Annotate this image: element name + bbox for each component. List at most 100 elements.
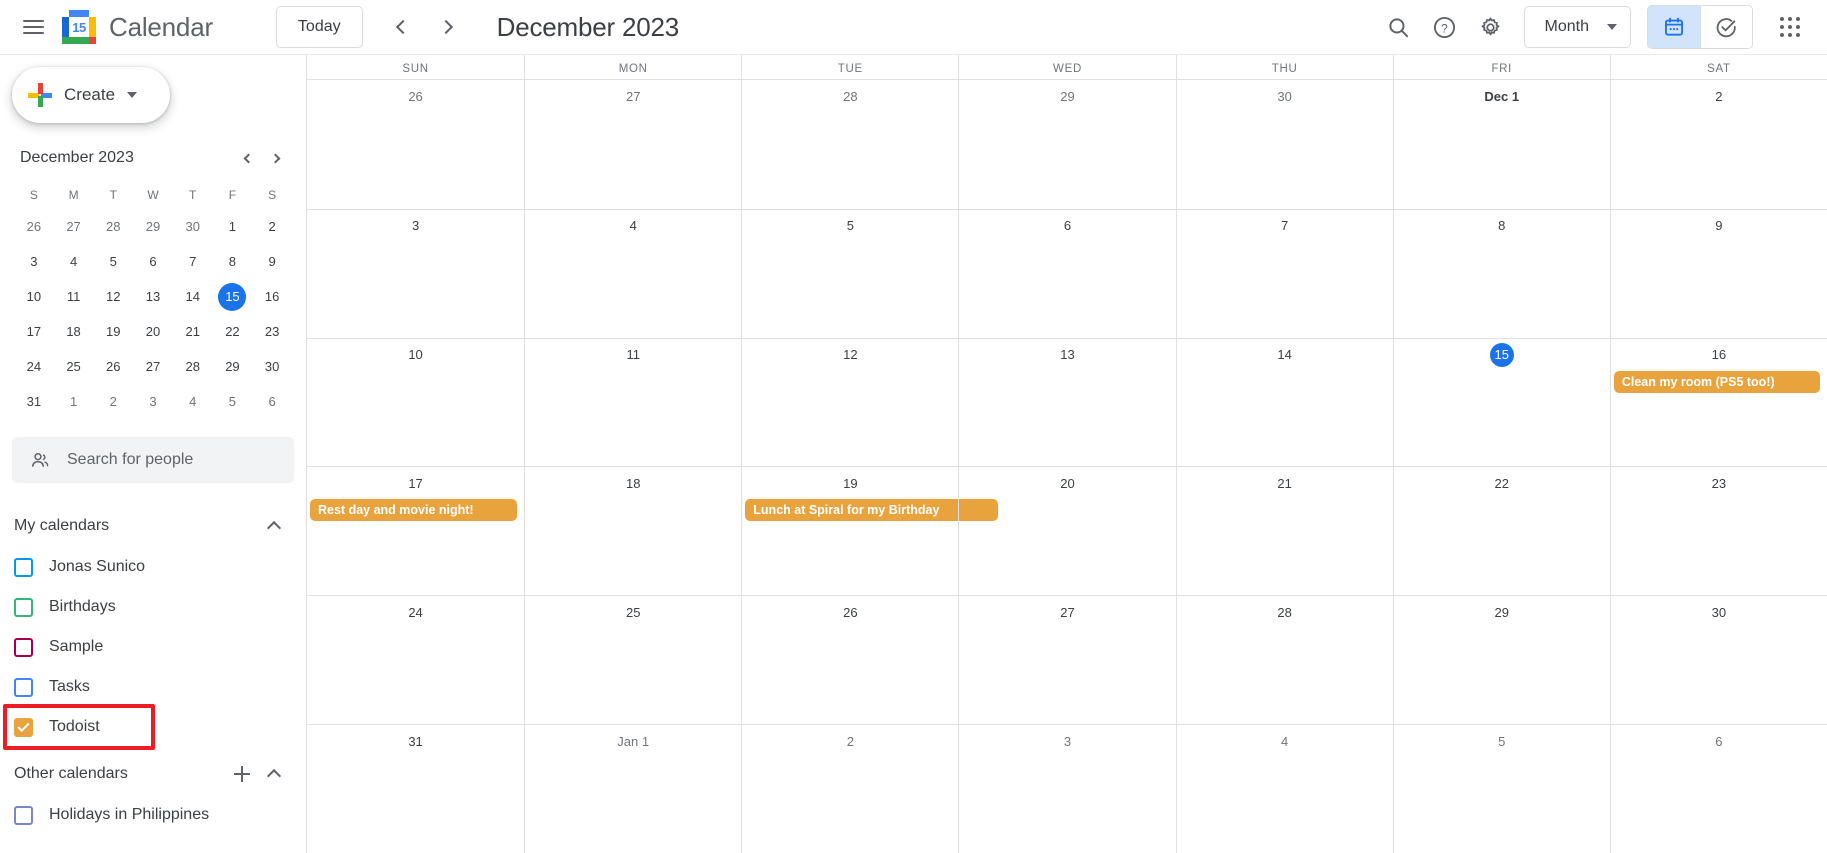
day-cell[interactable]: 11 <box>524 337 742 467</box>
mini-calendar-next-button[interactable] <box>262 143 292 173</box>
mini-calendar-day[interactable]: 24 <box>14 349 54 384</box>
day-number[interactable]: 23 <box>1705 471 1733 495</box>
mini-calendar-day[interactable]: 15 <box>213 279 253 314</box>
mini-calendar-day[interactable]: 17 <box>14 314 54 349</box>
my-calendar-item-sample[interactable]: Sample <box>0 627 306 667</box>
mini-calendar-day[interactable]: 22 <box>213 314 253 349</box>
day-number[interactable]: 3 <box>1055 729 1079 753</box>
day-cell[interactable]: 14 <box>1175 337 1393 467</box>
today-button[interactable]: Today <box>275 6 363 48</box>
calendar-checkbox[interactable] <box>14 805 33 825</box>
day-number[interactable]: 14 <box>1270 343 1298 367</box>
day-number[interactable]: 4 <box>621 214 645 238</box>
day-number[interactable]: 9 <box>1707 214 1731 238</box>
day-number[interactable]: 15 <box>1489 342 1514 367</box>
search-for-people-input[interactable]: Search for people <box>12 437 294 483</box>
day-cell[interactable]: 3 <box>307 208 525 338</box>
day-cell[interactable]: 24 <box>307 595 525 724</box>
mini-calendar-day[interactable]: 27 <box>133 349 173 384</box>
day-number[interactable]: 31 <box>401 729 429 753</box>
mini-calendar-day[interactable]: 1 <box>54 384 94 419</box>
calendar-event-chip[interactable]: Rest day and movie night! <box>310 499 518 522</box>
day-cell[interactable]: 9 <box>1609 208 1827 338</box>
day-number[interactable]: 6 <box>1707 729 1731 753</box>
day-number[interactable]: 6 <box>1055 214 1079 238</box>
my-calendar-item-birthdays[interactable]: Birthdays <box>0 587 306 627</box>
day-cell[interactable]: 30 <box>1175 80 1393 209</box>
day-cell[interactable]: Dec 1 <box>1392 80 1610 209</box>
tasks-view-toggle[interactable] <box>1700 6 1752 48</box>
day-cell[interactable]: 6 <box>1609 724 1827 853</box>
day-cell[interactable]: 5 <box>741 208 959 338</box>
day-cell[interactable]: 26 <box>741 595 959 725</box>
mini-calendar-day[interactable]: 20 <box>133 314 173 349</box>
mini-calendar-day[interactable]: 2 <box>93 384 133 419</box>
day-number[interactable]: Jan 1 <box>610 729 656 753</box>
mini-calendar-day[interactable]: 28 <box>173 349 213 384</box>
calendar-checkbox[interactable] <box>14 557 33 577</box>
day-cell[interactable]: 22 <box>1392 466 1610 596</box>
day-number[interactable]: 25 <box>619 600 647 624</box>
day-cell[interactable]: 15 <box>1392 337 1610 467</box>
day-number[interactable]: 22 <box>1488 471 1516 495</box>
day-cell[interactable]: 19 Lunch at Spiral for my Birthday <box>741 466 999 596</box>
day-cell[interactable]: 4 <box>1175 724 1393 853</box>
day-number[interactable]: 28 <box>836 84 864 108</box>
day-cell[interactable]: 30 <box>1609 595 1827 725</box>
day-number[interactable]: 8 <box>1490 214 1514 238</box>
my-calendar-item-todoist[interactable]: Todoist <box>0 707 306 747</box>
mini-calendar-day[interactable]: 7 <box>173 244 213 279</box>
mini-calendar-day[interactable]: 4 <box>54 244 94 279</box>
mini-calendar-day[interactable]: 30 <box>252 349 292 384</box>
day-number[interactable]: 3 <box>404 214 428 238</box>
day-number[interactable]: 21 <box>1270 471 1298 495</box>
day-cell[interactable]: 23 <box>1609 466 1827 596</box>
mini-calendar-day[interactable]: 19 <box>93 314 133 349</box>
day-number[interactable]: 18 <box>619 471 647 495</box>
settings-button[interactable] <box>1468 4 1514 50</box>
mini-calendar-day[interactable]: 18 <box>54 314 94 349</box>
day-number[interactable]: 13 <box>1053 343 1081 367</box>
day-number[interactable]: 30 <box>1270 84 1298 108</box>
google-calendar-logo-icon[interactable]: 15 <box>62 10 96 44</box>
day-number[interactable]: 27 <box>1053 600 1081 624</box>
day-number[interactable]: 10 <box>401 343 429 367</box>
next-period-button[interactable] <box>425 4 471 50</box>
mini-calendar-day[interactable]: 23 <box>252 314 292 349</box>
day-cell[interactable]: 17 Rest day and movie night! <box>307 466 525 595</box>
day-number[interactable]: 2 <box>1707 84 1731 108</box>
day-cell[interactable]: 10 <box>307 337 525 467</box>
mini-calendar-day[interactable]: 6 <box>252 384 292 419</box>
day-cell[interactable]: 27 <box>524 80 741 209</box>
mini-calendar-day[interactable]: 21 <box>173 314 213 349</box>
day-cell[interactable]: 28 <box>1175 595 1393 725</box>
day-number[interactable]: 29 <box>1053 84 1081 108</box>
mini-calendar-day[interactable]: 3 <box>14 244 54 279</box>
other-calendar-item-holidays-in-philippines[interactable]: Holidays in Philippines <box>0 795 306 835</box>
day-cell[interactable]: 18 <box>524 466 742 596</box>
mini-calendar-day[interactable]: 27 <box>54 209 94 244</box>
day-cell[interactable]: 27 <box>958 595 1176 725</box>
calendar-view-toggle[interactable] <box>1648 6 1700 48</box>
day-cell[interactable]: 7 <box>1175 208 1393 338</box>
day-number[interactable]: 26 <box>401 84 429 108</box>
mini-calendar-day[interactable]: 5 <box>93 244 133 279</box>
mini-calendar-day[interactable]: 29 <box>213 349 253 384</box>
day-cell[interactable]: 25 <box>524 595 742 725</box>
day-cell[interactable]: 12 <box>741 337 959 467</box>
day-cell[interactable]: 31 <box>307 724 525 853</box>
mini-calendar-day[interactable]: 25 <box>54 349 94 384</box>
main-menu-button[interactable] <box>10 4 56 50</box>
my-calendars-collapse-button[interactable] <box>258 510 290 542</box>
calendar-event-chip[interactable]: Clean my room (PS5 too!) <box>1613 370 1820 393</box>
other-calendars-header[interactable]: Other calendars <box>0 753 306 795</box>
mini-calendar-day[interactable]: 26 <box>93 349 133 384</box>
day-number[interactable]: 17 <box>401 471 429 495</box>
day-number[interactable]: Dec 1 <box>1477 84 1526 108</box>
my-calendars-header[interactable]: My calendars <box>0 505 306 547</box>
mini-calendar-day[interactable]: 13 <box>133 279 173 314</box>
calendar-checkbox[interactable] <box>14 637 33 657</box>
day-number[interactable]: 29 <box>1488 600 1516 624</box>
day-number[interactable]: 5 <box>838 214 862 238</box>
day-cell[interactable]: 29 <box>1392 595 1610 725</box>
